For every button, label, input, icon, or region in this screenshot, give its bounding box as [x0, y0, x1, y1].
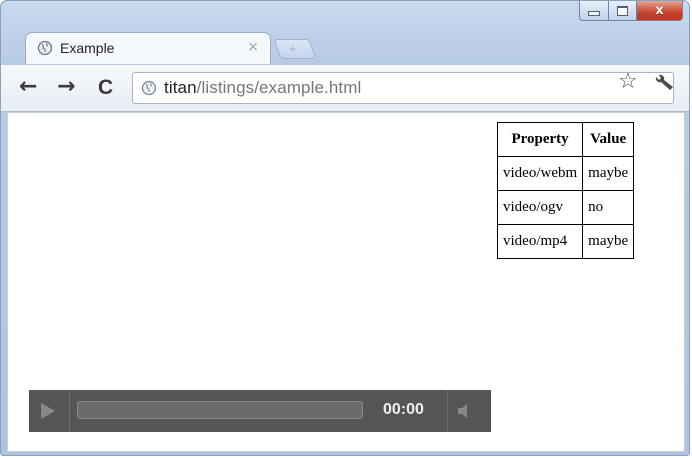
play-icon: [41, 403, 55, 419]
bookmark-star-icon[interactable]: ☆: [618, 69, 638, 94]
table-row: video/ogv no: [496, 190, 635, 225]
table-cell: video/mp4: [496, 224, 584, 259]
page-content: Property Value video/webm maybe video/og…: [7, 112, 685, 452]
table-cell: no: [582, 190, 635, 225]
time-display: 00:00: [383, 401, 424, 418]
table-cell: maybe: [582, 156, 635, 191]
maximize-button[interactable]: [609, 1, 637, 21]
minimize-button[interactable]: [579, 1, 609, 21]
wrench-icon[interactable]: [653, 74, 675, 92]
forward-button[interactable]: →: [57, 76, 75, 98]
url-text: titan/listings/example.html: [164, 78, 361, 98]
table-cell: maybe: [582, 224, 635, 259]
new-tab-button[interactable]: +: [273, 39, 317, 59]
address-bar[interactable]: titan/listings/example.html: [132, 72, 674, 104]
close-window-button[interactable]: x: [637, 1, 683, 21]
tab-example[interactable]: Example ×: [25, 32, 271, 65]
speaker-icon: [458, 404, 467, 418]
plus-icon: +: [288, 41, 297, 56]
minimize-icon: [588, 11, 600, 16]
table-header-row: Property Value: [496, 122, 635, 157]
tab-close-icon[interactable]: ×: [247, 39, 259, 55]
video-controls: 00:00: [29, 390, 491, 432]
back-button[interactable]: ←: [19, 76, 37, 98]
property-table: Property Value video/webm maybe video/og…: [496, 122, 635, 259]
volume-button[interactable]: [447, 390, 492, 432]
column-header-value: Value: [582, 122, 635, 157]
play-button[interactable]: [29, 390, 70, 432]
close-icon: x: [655, 3, 664, 18]
table-row: video/mp4 maybe: [496, 224, 635, 259]
table-cell: video/ogv: [496, 190, 584, 225]
seek-bar[interactable]: [77, 401, 363, 419]
maximize-icon: [617, 5, 628, 16]
browser-window: x Example × + ← → C titan/listings/examp…: [0, 0, 690, 456]
tab-title: Example: [60, 40, 115, 56]
globe-icon: [37, 40, 53, 56]
reload-button[interactable]: C: [98, 77, 113, 98]
column-header-property: Property: [496, 122, 584, 157]
table-cell: video/webm: [496, 156, 584, 191]
table-row: video/webm maybe: [496, 156, 635, 191]
url-host: titan: [164, 78, 197, 97]
window-controls: x: [579, 1, 683, 21]
url-path: /listings/example.html: [196, 78, 362, 97]
toolbar: ← → C titan/listings/example.html ☆: [1, 64, 689, 112]
globe-icon: [141, 80, 157, 96]
